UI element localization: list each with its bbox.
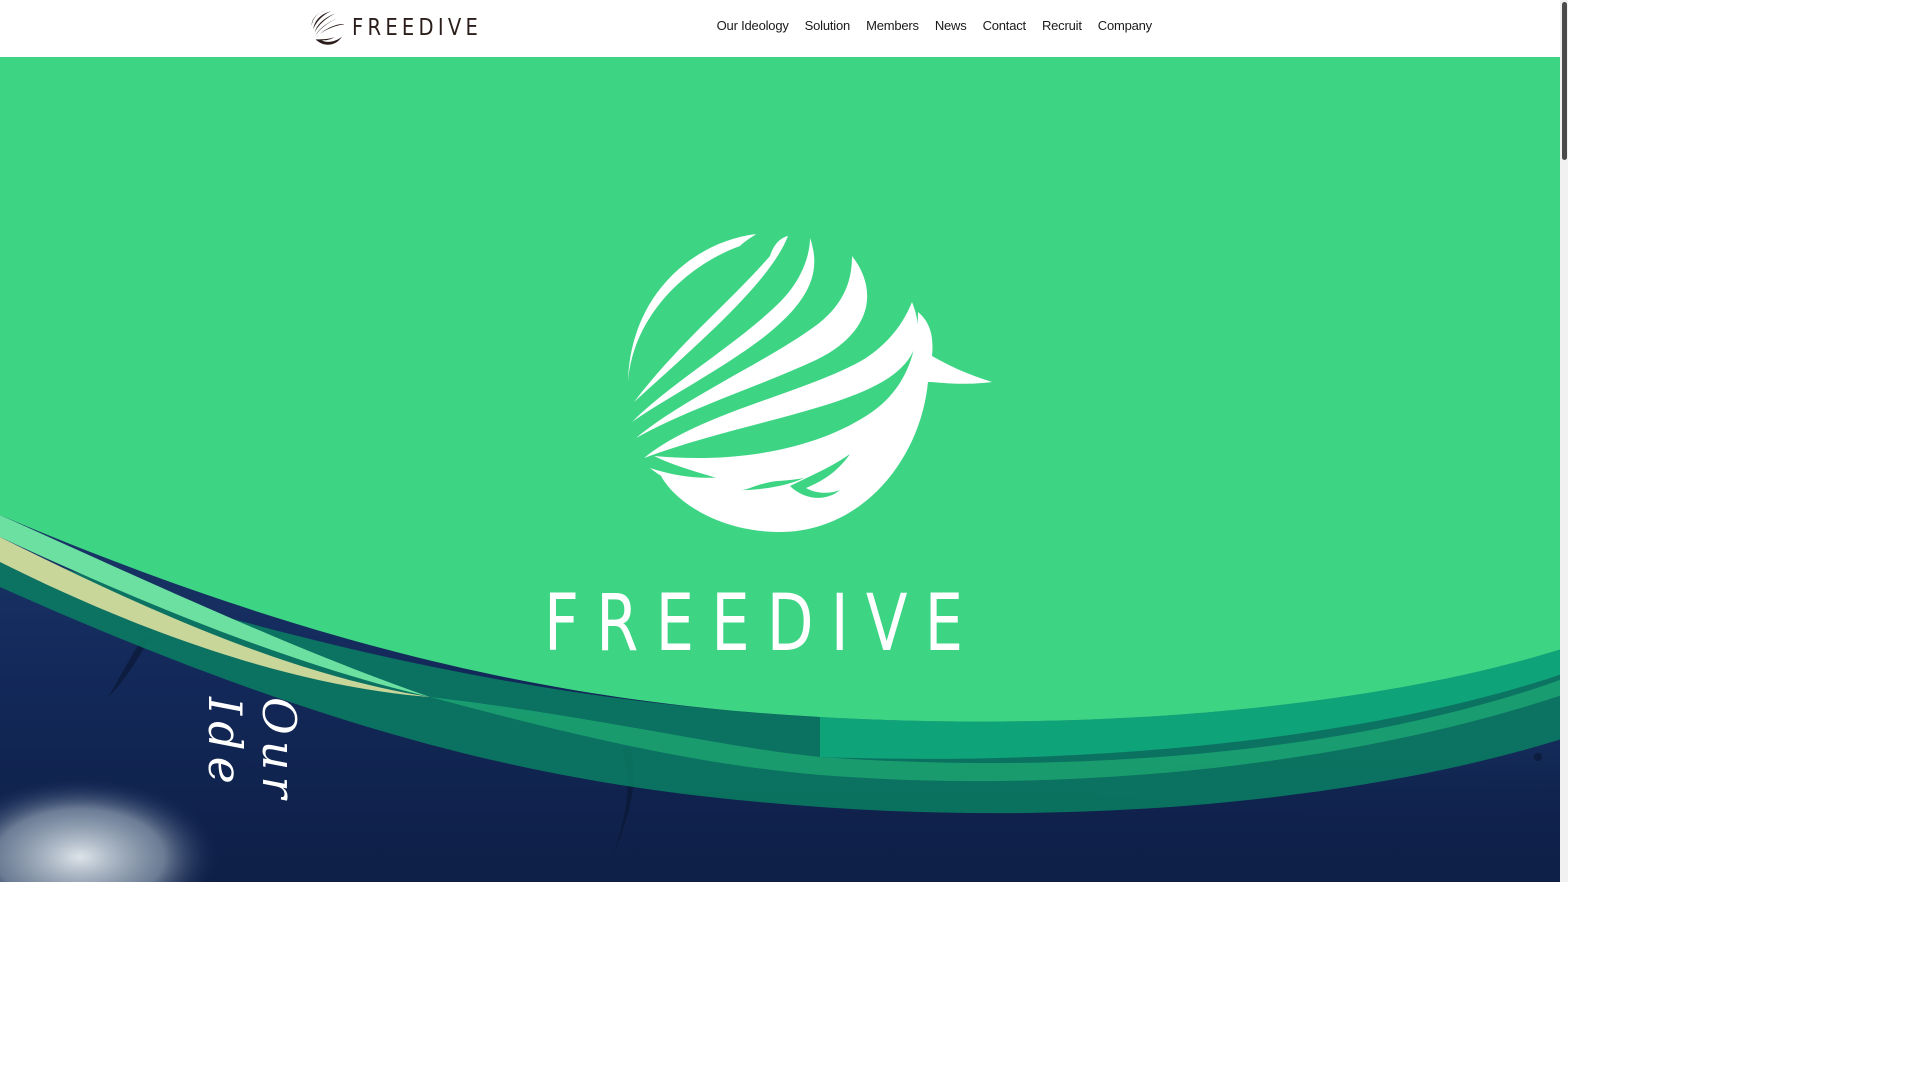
nav-link-solution[interactable]: Solution	[797, 18, 858, 33]
main-nav: Our Ideology Solution Members News Conta…	[709, 18, 1160, 33]
freedive-whale-emblem-icon	[311, 10, 345, 45]
hero-title: FREEDIVE	[544, 579, 981, 669]
logo-link[interactable]: FREEDIVE	[308, 9, 505, 47]
nav-link-recruit[interactable]: Recruit	[1034, 18, 1090, 33]
site-header: FREEDIVE Our Ideology Solution Members N…	[0, 0, 1568, 57]
section-heading-vertical: Our Ide	[198, 697, 306, 805]
page: FREEDIVE Our Ideology Solution Members N…	[0, 0, 1568, 882]
nav-link-our-ideology[interactable]: Our Ideology	[709, 18, 797, 33]
whale-emblem-icon	[628, 234, 992, 532]
scrollbar-thumb[interactable]	[1562, 2, 1567, 160]
logo-text: FREEDIVE	[352, 15, 483, 41]
nav-link-news[interactable]: News	[927, 18, 975, 33]
nav-link-members[interactable]: Members	[858, 18, 927, 33]
nav-link-contact[interactable]: Contact	[975, 18, 1034, 33]
nav-link-company[interactable]: Company	[1090, 18, 1160, 33]
hero-section: FREEDIVE Our Ide	[0, 57, 1568, 882]
page-scrollbar[interactable]	[1560, 0, 1568, 882]
